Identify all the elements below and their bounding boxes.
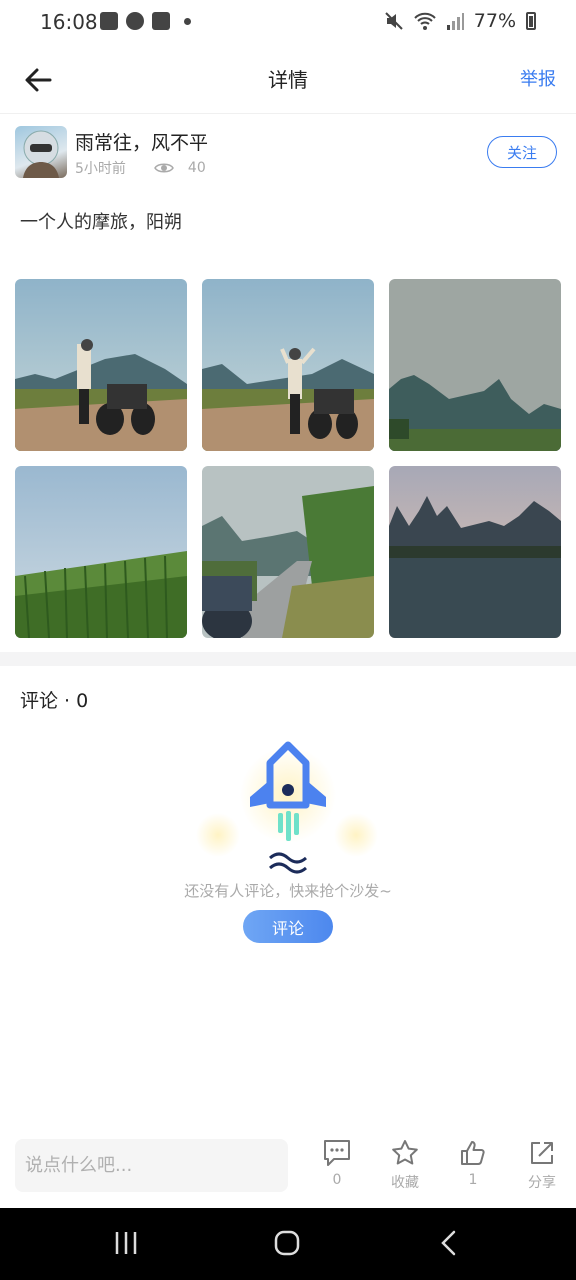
status-time: 16:08 (40, 10, 98, 34)
star-icon (392, 1140, 418, 1165)
empty-comments-text: 还没有人评论，快来抢个沙发~ (184, 882, 392, 900)
post-time: 5小时前 (75, 161, 126, 177)
write-comment-button[interactable]: 评论 (243, 910, 333, 943)
status-bar: 16:08 77% (0, 0, 576, 48)
recent-apps-icon[interactable] (113, 1230, 139, 1256)
share-label: 分享 (528, 1175, 556, 1191)
dot-icon (184, 17, 191, 25)
comment-input[interactable] (15, 1139, 288, 1192)
like-count: 1 (468, 1172, 478, 1188)
comment-count-button[interactable]: 0 (307, 1138, 367, 1188)
photo-river-sunset[interactable] (389, 466, 561, 638)
photo-gallery (15, 279, 561, 638)
post-meta: 5小时前 40 (75, 158, 206, 178)
home-icon[interactable] (274, 1230, 300, 1256)
photo-road-motorcycle[interactable] (202, 466, 374, 638)
app-header: 详情 举报 (0, 48, 576, 114)
comment-icon (324, 1140, 350, 1166)
mute-icon (385, 12, 403, 30)
system-nav-bar (0, 1208, 576, 1280)
signal-icon (446, 13, 464, 30)
page-title: 详情 (268, 68, 308, 92)
follow-button[interactable]: 关注 (487, 136, 557, 168)
check-icon (152, 12, 170, 30)
nav-back-icon[interactable] (437, 1230, 463, 1256)
post-text: 一个人的摩旅，阳朔 (20, 212, 182, 233)
like-button[interactable]: 1 (443, 1138, 503, 1188)
favorite-label: 收藏 (391, 1175, 419, 1191)
view-count: 40 (187, 160, 206, 176)
comments-title: 评论 · 0 (20, 690, 89, 712)
report-link[interactable]: 举报 (520, 65, 556, 91)
gallery-icon (100, 12, 118, 30)
favorite-button[interactable]: 收藏 (375, 1138, 435, 1192)
author-row: 雨常往，风不平 5小时前 40 关注 (15, 126, 561, 180)
battery-icon (526, 12, 536, 30)
thumbs-up-icon (461, 1141, 485, 1165)
author-name[interactable]: 雨常往，风不平 (75, 128, 208, 155)
cloud-icon (126, 12, 144, 30)
bottom-action-bar: 0 收藏 1 分享 (0, 1130, 576, 1208)
battery-percent: 77% (473, 10, 516, 32)
photo-rider-arms-up[interactable] (202, 279, 374, 451)
photo-rider-waving[interactable] (15, 279, 187, 451)
eye-icon (154, 163, 174, 173)
photo-karst-hills[interactable] (389, 279, 561, 451)
photo-sugarcane-field[interactable] (15, 466, 187, 638)
wifi-icon (414, 12, 436, 30)
avatar[interactable] (15, 126, 67, 178)
share-icon (531, 1142, 553, 1164)
section-divider (0, 652, 576, 666)
share-button[interactable]: 分享 (512, 1138, 572, 1192)
comment-count: 0 (332, 1172, 342, 1188)
rocket-illustration (196, 741, 378, 874)
